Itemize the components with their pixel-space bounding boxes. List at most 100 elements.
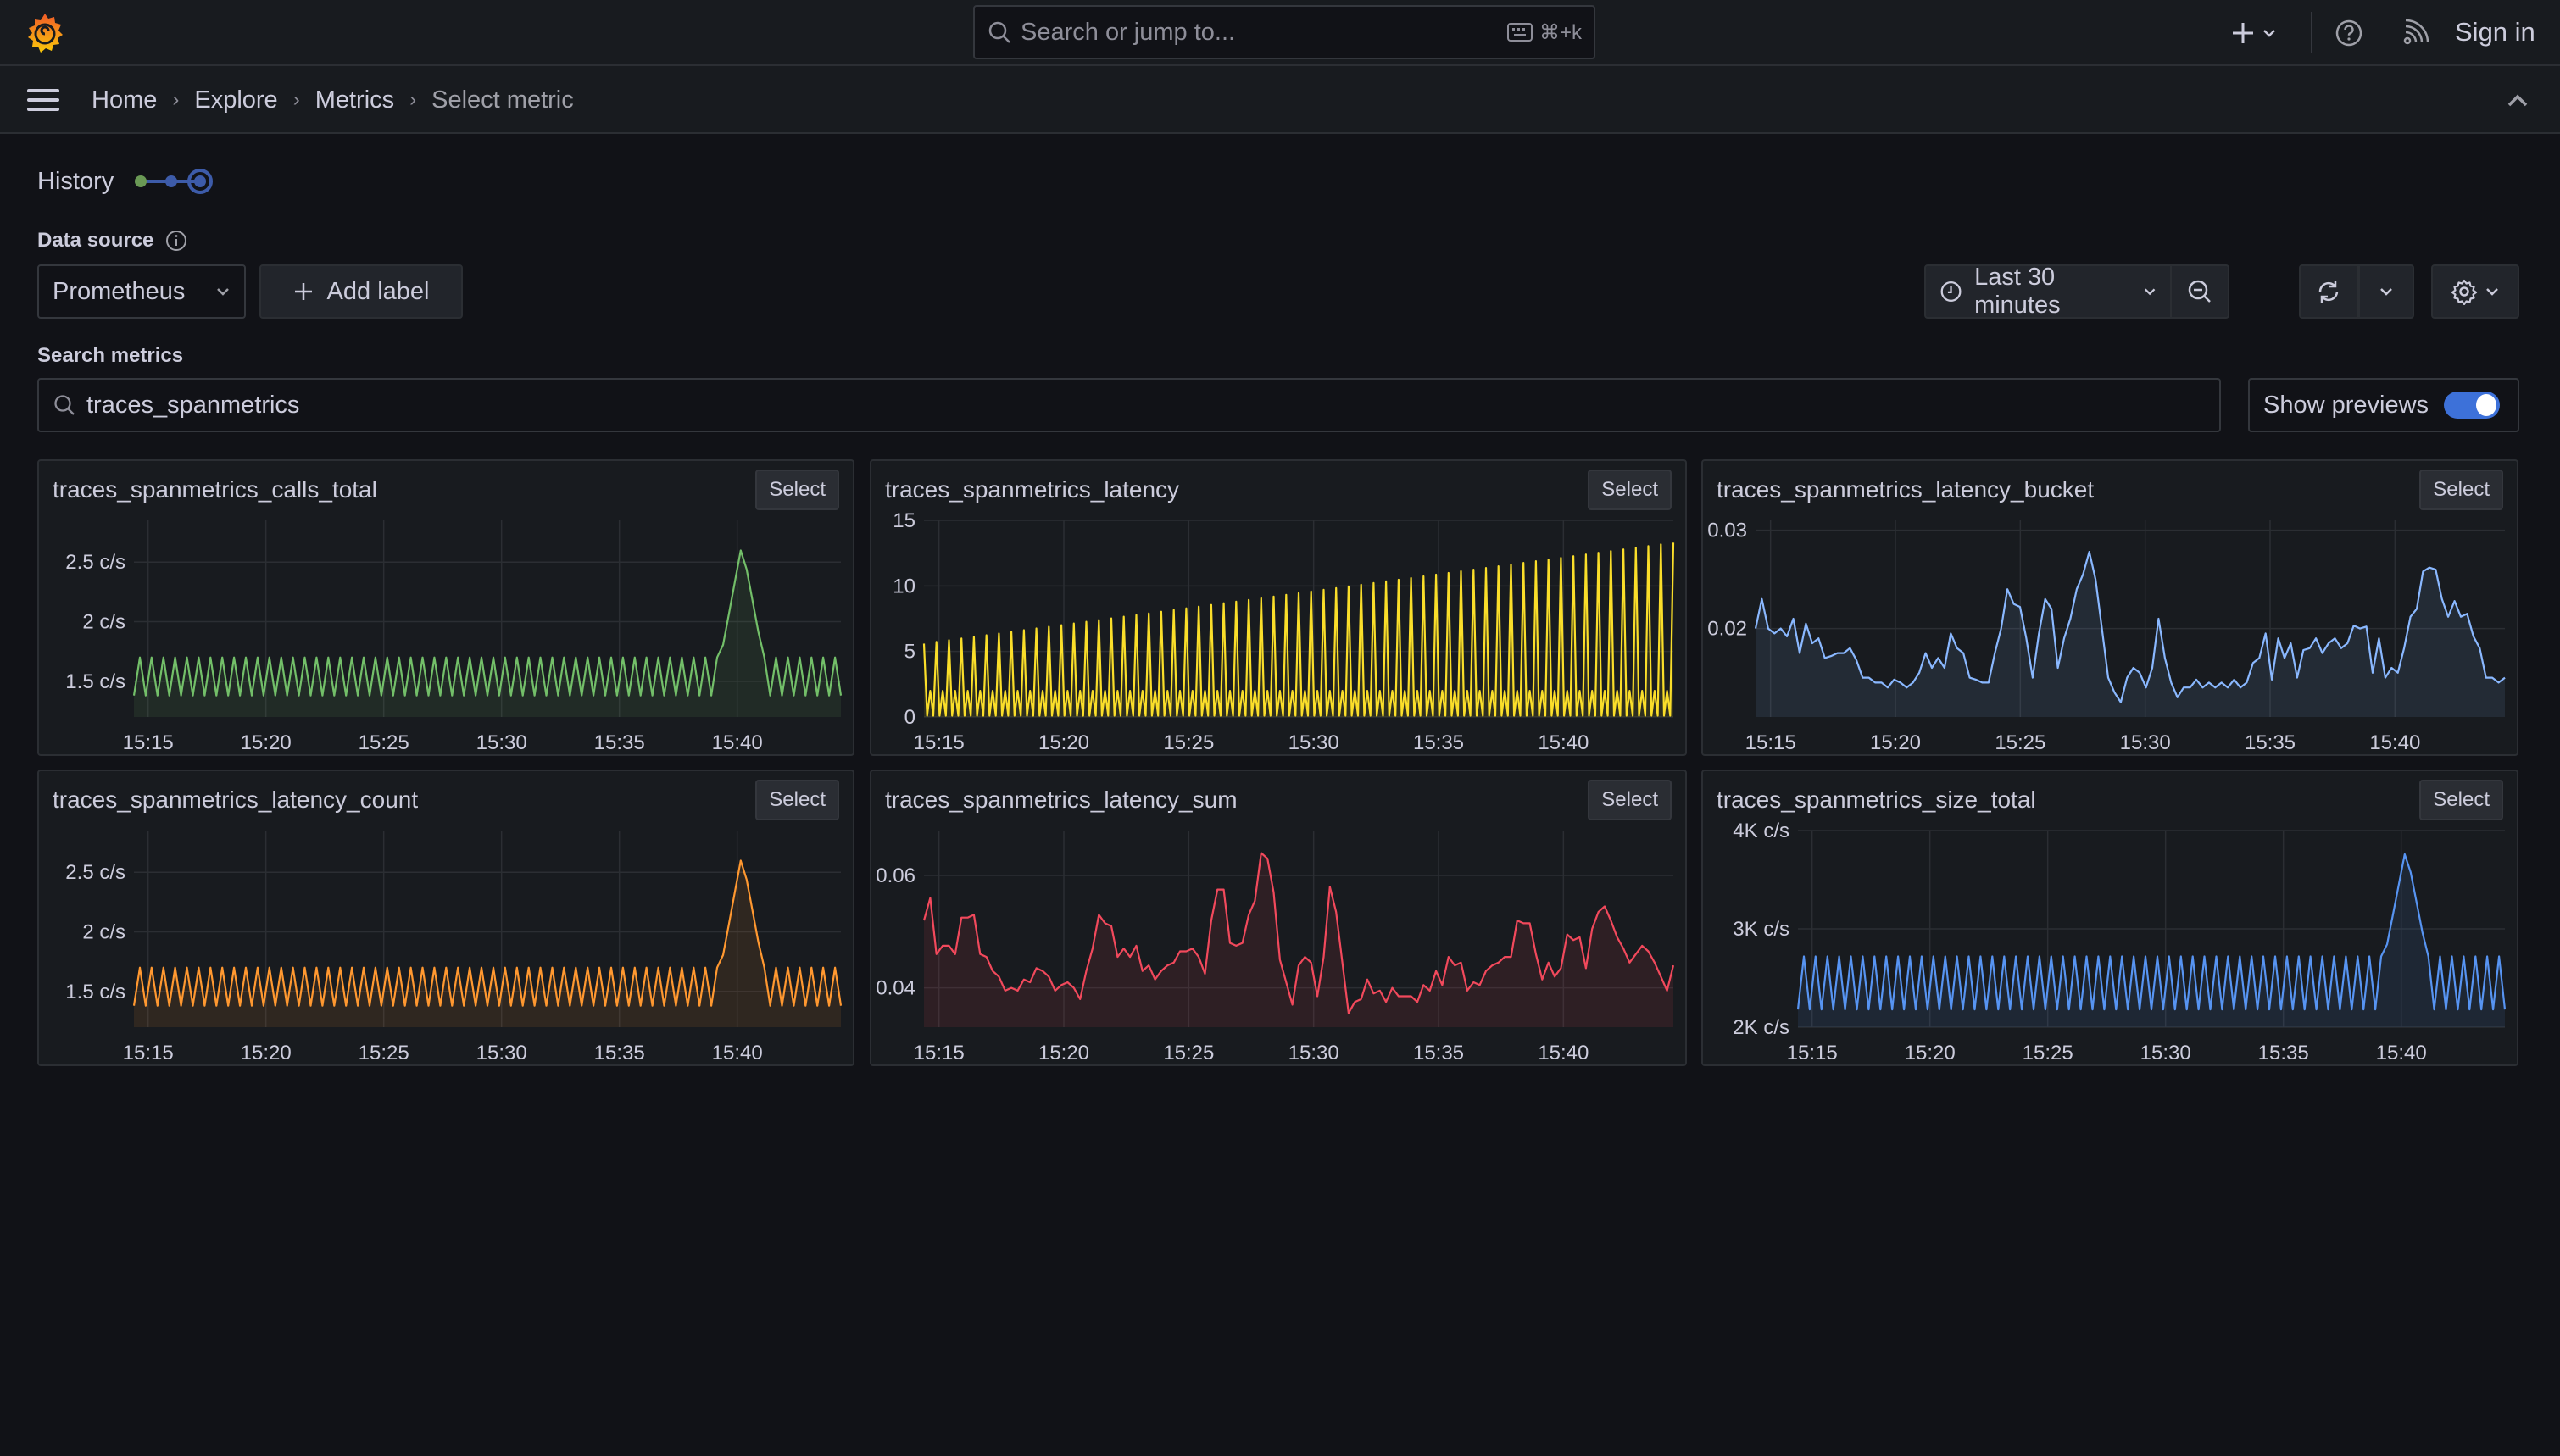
chevron-up-icon[interactable] bbox=[2506, 92, 2529, 108]
select-metric-button[interactable]: Select bbox=[755, 470, 839, 510]
datasource-value: Prometheus bbox=[53, 277, 186, 305]
zoom-out-icon bbox=[2188, 280, 2211, 303]
chevron-down-icon bbox=[217, 288, 229, 296]
add-label-button[interactable]: Add label bbox=[259, 264, 463, 319]
y-tick-label: 0.02 bbox=[1707, 618, 1747, 641]
x-tick-label: 15:30 bbox=[2140, 1042, 2191, 1064]
metric-chart: 0.04 0.06 15:15 15:20 15:25 15:30 15:35 15:40 bbox=[876, 831, 1675, 1064]
x-tick-label: 15:35 bbox=[2245, 731, 2296, 754]
global-search-input[interactable]: Search or jump to... ⌘+k bbox=[973, 5, 1595, 59]
chevron-down-icon bbox=[2263, 30, 2275, 37]
plus-icon bbox=[2233, 23, 2253, 43]
new-menu-button[interactable] bbox=[2231, 17, 2285, 49]
x-tick-label: 15:30 bbox=[1288, 1042, 1339, 1064]
select-metric-button[interactable]: Select bbox=[1588, 780, 1672, 820]
x-tick-label: 15:25 bbox=[1995, 731, 2045, 754]
breadcrumb-home[interactable]: Home bbox=[92, 86, 157, 114]
refresh-picker bbox=[2299, 264, 2414, 319]
x-tick-label: 15:25 bbox=[359, 1042, 409, 1064]
y-tick-label: 2 c/s bbox=[82, 611, 125, 634]
x-tick-label: 15:20 bbox=[1038, 1042, 1089, 1064]
datasource-label: Data source bbox=[37, 229, 187, 253]
breadcrumb-current: Select metric bbox=[431, 86, 574, 114]
zoom-out-button[interactable] bbox=[2170, 266, 2228, 317]
search-metrics-field[interactable] bbox=[37, 378, 2221, 432]
y-tick-label: 0.06 bbox=[876, 864, 915, 887]
y-tick-label: 3K c/s bbox=[1733, 918, 1789, 941]
metric-panel: traces_spanmetrics_latency_sum Select 0.… bbox=[870, 770, 1687, 1066]
y-tick-label: 4K c/s bbox=[1733, 822, 1789, 842]
help-icon[interactable] bbox=[2335, 19, 2363, 47]
search-metrics-label: Search metrics bbox=[37, 344, 184, 367]
y-tick-label: 2K c/s bbox=[1733, 1016, 1789, 1039]
history-steps[interactable] bbox=[132, 166, 214, 197]
history-step-1[interactable] bbox=[135, 175, 147, 187]
panel-title: traces_spanmetrics_latency bbox=[885, 476, 1180, 503]
time-range-picker[interactable]: Last 30 minutes bbox=[1926, 264, 2170, 319]
x-tick-label: 15:35 bbox=[1413, 1042, 1464, 1064]
select-metric-button[interactable]: Select bbox=[755, 780, 839, 820]
refresh-icon bbox=[2318, 281, 2339, 303]
select-metric-button[interactable]: Select bbox=[2419, 470, 2503, 510]
panel-title: traces_spanmetrics_latency_sum bbox=[885, 786, 1238, 813]
x-tick-label: 15:25 bbox=[1163, 1042, 1214, 1064]
x-tick-label: 15:20 bbox=[241, 1042, 292, 1064]
y-tick-label: 0.04 bbox=[876, 977, 915, 1000]
y-tick-label: 1.5 c/s bbox=[65, 981, 125, 1003]
x-tick-label: 15:25 bbox=[2023, 1042, 2073, 1064]
breadcrumb-explore[interactable]: Explore bbox=[194, 86, 277, 114]
metric-panel: traces_spanmetrics_latency_count Select … bbox=[37, 770, 854, 1066]
time-range-group: Last 30 minutes bbox=[1924, 264, 2229, 319]
y-tick-label: 0.03 bbox=[1707, 520, 1747, 542]
select-metric-button[interactable]: Select bbox=[1588, 470, 1672, 510]
x-tick-label: 15:40 bbox=[2369, 731, 2420, 754]
search-icon bbox=[988, 21, 1010, 43]
breadcrumb-bar: Home › Explore › Metrics › Select metric bbox=[0, 66, 2560, 134]
x-tick-label: 15:40 bbox=[1538, 731, 1589, 754]
gear-icon bbox=[2451, 279, 2478, 305]
search-metrics-input[interactable] bbox=[86, 391, 2121, 420]
metric-panel: traces_spanmetrics_latency_bucket Select… bbox=[1701, 459, 2518, 756]
x-tick-label: 15:35 bbox=[594, 1042, 645, 1064]
show-previews-label: Show previews bbox=[2263, 391, 2429, 419]
x-tick-label: 15:20 bbox=[1905, 1042, 1956, 1064]
history-label: History bbox=[37, 167, 114, 195]
x-tick-label: 15:40 bbox=[2376, 1042, 2427, 1064]
x-tick-label: 15:30 bbox=[2120, 731, 2171, 754]
x-tick-label: 15:30 bbox=[1288, 731, 1339, 754]
hamburger-menu-icon[interactable] bbox=[25, 86, 61, 114]
metric-panel: traces_spanmetrics_latency Select 0 5 10 15… bbox=[870, 459, 1687, 756]
x-tick-label: 15:40 bbox=[712, 731, 763, 754]
x-tick-label: 15:15 bbox=[914, 1042, 965, 1064]
chevron-down-icon bbox=[2380, 288, 2392, 296]
metric-panel: traces_spanmetrics_calls_total Select 1.… bbox=[37, 459, 854, 756]
refresh-button[interactable] bbox=[2299, 264, 2358, 319]
select-metric-button[interactable]: Select bbox=[2419, 780, 2503, 820]
panel-title: traces_spanmetrics_latency_count bbox=[53, 786, 419, 813]
x-tick-label: 15:25 bbox=[359, 731, 409, 754]
y-tick-label: 10 bbox=[893, 575, 915, 597]
chevron-down-icon bbox=[2486, 288, 2498, 296]
y-tick-label: 2.5 c/s bbox=[65, 551, 125, 574]
x-tick-label: 15:35 bbox=[2258, 1042, 2309, 1064]
keyboard-icon bbox=[1506, 23, 1533, 42]
grafana-logo-icon[interactable] bbox=[25, 12, 64, 54]
rss-icon[interactable] bbox=[2402, 19, 2429, 46]
datasource-select[interactable]: Prometheus bbox=[37, 264, 246, 319]
search-placeholder: Search or jump to... bbox=[1021, 18, 1236, 46]
search-shortcut-text: ⌘+k bbox=[1539, 20, 1582, 44]
settings-button[interactable] bbox=[2431, 264, 2519, 319]
y-tick-label: 2.5 c/s bbox=[65, 861, 125, 884]
history-step-2[interactable] bbox=[165, 175, 178, 187]
show-previews-toggle[interactable] bbox=[2444, 392, 2501, 419]
x-tick-label: 15:15 bbox=[1787, 1042, 1838, 1064]
breadcrumb-metrics[interactable]: Metrics bbox=[315, 86, 394, 114]
info-icon[interactable] bbox=[165, 230, 187, 252]
metric-chart: 0 5 10 15 15:15 15:20 15:25 15:30 15:35 15:40 bbox=[893, 512, 1675, 754]
panel-title: traces_spanmetrics_latency_bucket bbox=[1717, 476, 2095, 503]
plus-icon bbox=[294, 283, 312, 300]
refresh-interval-dropdown[interactable] bbox=[2358, 264, 2414, 319]
sign-in-link[interactable]: Sign in bbox=[2455, 17, 2535, 47]
x-tick-label: 15:15 bbox=[123, 1042, 174, 1064]
search-shortcut: ⌘+k bbox=[1506, 20, 1582, 45]
